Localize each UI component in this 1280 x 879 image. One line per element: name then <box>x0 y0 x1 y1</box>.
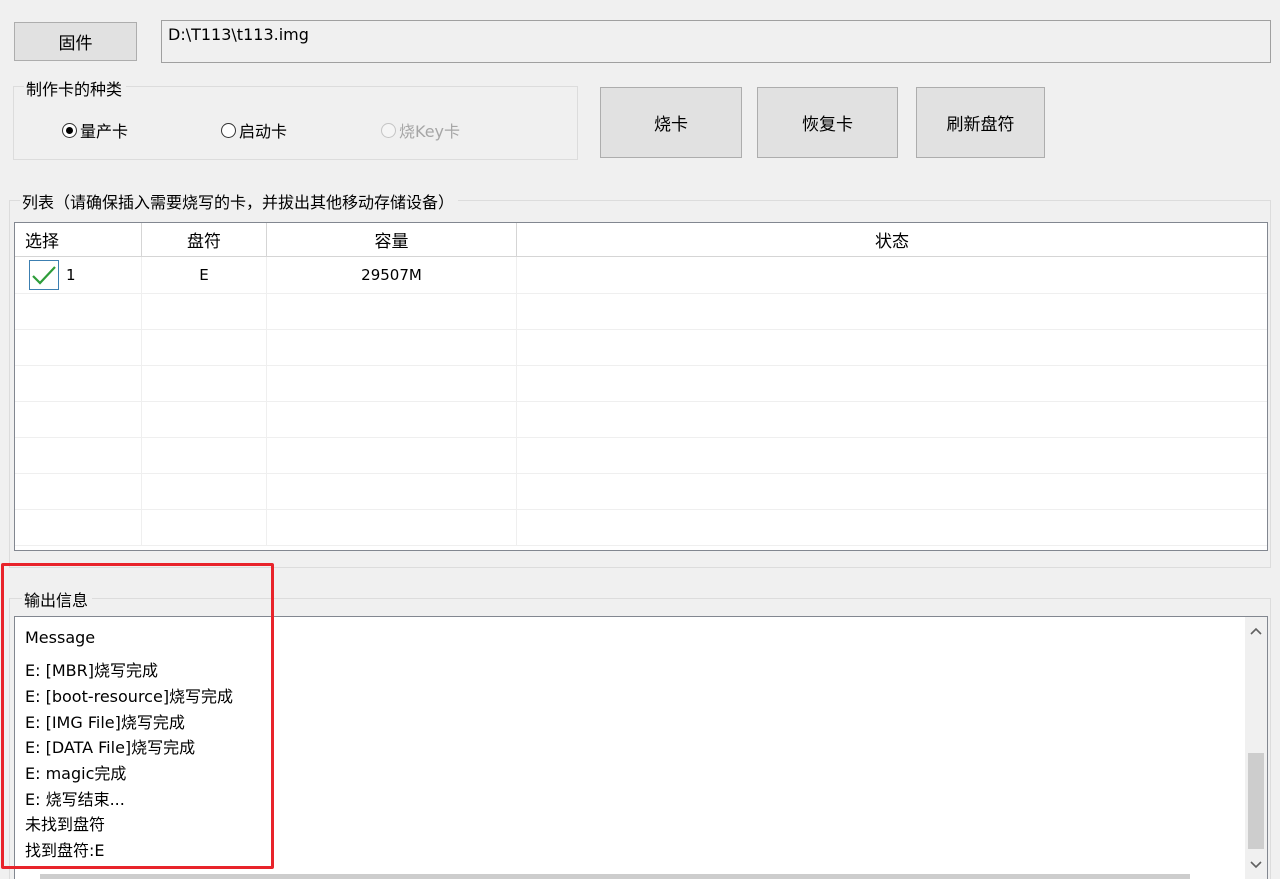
log-line: E: [DATA File]烧写完成 <box>25 738 196 757</box>
restore-card-button[interactable]: 恢复卡 <box>757 87 898 158</box>
radio-label: 量产卡 <box>80 122 129 141</box>
empty-cell <box>267 293 517 329</box>
log-line: E: magic完成 <box>25 764 127 783</box>
status-cell <box>517 257 1267 293</box>
empty-cell <box>267 329 517 365</box>
empty-cell <box>142 293 267 329</box>
refresh-drive-button[interactable]: 刷新盘符 <box>916 87 1045 158</box>
empty-cell <box>267 473 517 509</box>
empty-cell <box>142 437 267 473</box>
table-row[interactable]: 1 E 29507M <box>15 257 1267 294</box>
list-legend: 列表（请确保插入需要烧写的卡，并拔出其他移动存储设备） <box>20 189 459 213</box>
empty-cell <box>15 437 142 473</box>
empty-cell <box>142 365 267 401</box>
firmware-path-field[interactable]: D:\T113\t113.img <box>161 20 1271 63</box>
column-header-status[interactable]: 状态 <box>517 223 1267 256</box>
row-checkbox[interactable] <box>29 260 59 290</box>
output-legend: 输出信息 <box>22 587 93 611</box>
log-line: E: [MBR]烧写完成 <box>25 661 158 680</box>
empty-cell <box>15 473 142 509</box>
radio-boot-card[interactable]: 启动卡 <box>221 118 287 142</box>
vertical-scrollbar[interactable] <box>1245 617 1267 879</box>
drive-cell: E <box>142 257 267 293</box>
empty-row <box>15 329 1267 366</box>
chevron-down-icon <box>1250 861 1262 869</box>
radio-checked-icon <box>62 122 77 138</box>
log-line: 未找到盘符 <box>25 815 106 834</box>
empty-cell <box>267 401 517 437</box>
checkmark-icon <box>32 266 56 285</box>
empty-cell <box>15 329 142 365</box>
empty-cell <box>142 329 267 365</box>
radio-disabled-icon <box>381 122 396 138</box>
output-log[interactable]: Message E: [MBR]烧写完成 E: [boot-resource]烧… <box>14 616 1268 879</box>
log-line: 找到盘符:E <box>25 841 105 860</box>
radio-label: 启动卡 <box>239 122 288 141</box>
firmware-button[interactable]: 固件 <box>14 22 137 61</box>
radio-mass-production-card[interactable]: 量产卡 <box>62 118 128 142</box>
log-line: E: [boot-resource]烧写完成 <box>25 687 234 706</box>
list-header: 选择 盘符 容量 状态 <box>15 223 1267 257</box>
empty-cell <box>267 365 517 401</box>
scroll-up-button[interactable] <box>1245 621 1267 641</box>
column-header-capacity[interactable]: 容量 <box>267 223 517 256</box>
empty-row <box>15 293 1267 330</box>
burn-card-button[interactable]: 烧卡 <box>600 87 742 158</box>
empty-cell <box>142 509 267 545</box>
log-line: Message <box>25 628 96 647</box>
scroll-thumb[interactable] <box>1248 753 1264 849</box>
empty-cell <box>142 473 267 509</box>
row-index: 1 <box>66 266 76 284</box>
empty-cell <box>267 437 517 473</box>
empty-row <box>15 509 1267 546</box>
select-cell[interactable]: 1 <box>15 257 142 293</box>
column-header-select[interactable]: 选择 <box>15 223 142 256</box>
capacity-cell: 29507M <box>267 257 517 293</box>
radio-key-card[interactable]: 烧Key卡 <box>381 118 460 142</box>
empty-cell <box>15 401 142 437</box>
empty-row <box>15 365 1267 402</box>
empty-cell <box>15 293 142 329</box>
empty-cell <box>15 365 142 401</box>
chevron-up-icon <box>1250 627 1262 635</box>
radio-unchecked-icon <box>221 122 236 138</box>
empty-row <box>15 473 1267 510</box>
radio-label: 烧Key卡 <box>399 122 461 141</box>
empty-cell <box>267 509 517 545</box>
horizontal-scrollbar[interactable] <box>40 874 1190 879</box>
empty-cell <box>15 509 142 545</box>
log-line: E: 烧写结束... <box>25 790 125 809</box>
empty-row <box>15 401 1267 438</box>
empty-cell <box>142 401 267 437</box>
empty-row <box>15 437 1267 474</box>
column-header-drive[interactable]: 盘符 <box>142 223 267 256</box>
device-list[interactable]: 选择 盘符 容量 状态 1 E 29507M <box>14 222 1268 551</box>
scroll-down-button[interactable] <box>1245 855 1267 875</box>
log-line: E: [IMG File]烧写完成 <box>25 713 185 732</box>
card-type-legend: 制作卡的种类 <box>24 76 127 100</box>
